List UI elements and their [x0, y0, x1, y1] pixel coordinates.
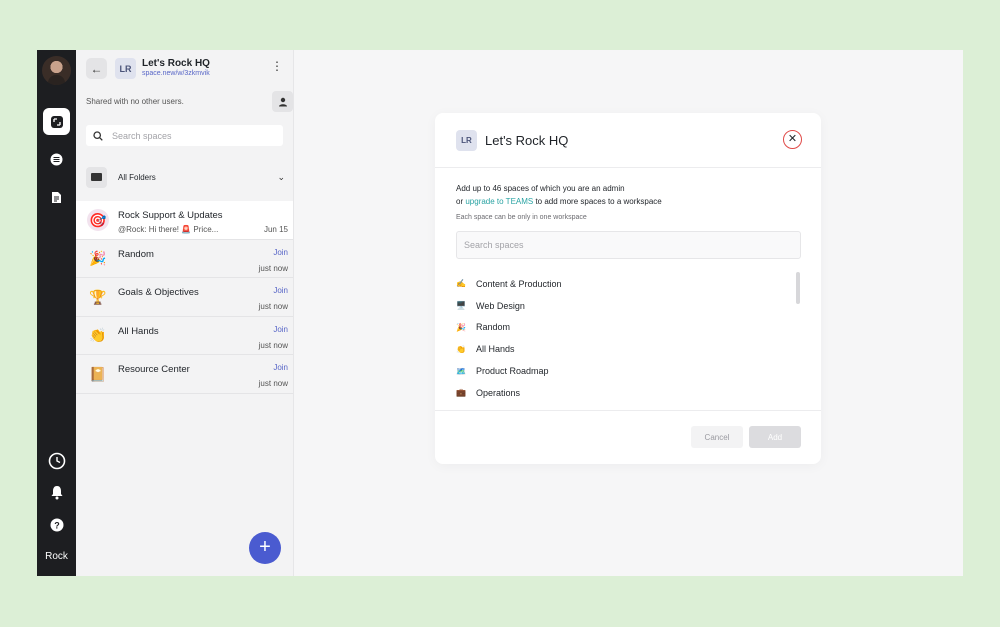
modal-info-line: Add up to 46 spaces of which you are an … [456, 184, 625, 193]
sidebar-header: ← LR Let's Rock HQ space.new/w/3zkmvik ⋮… [76, 50, 321, 130]
modal-list-scrollbar[interactable] [796, 272, 800, 304]
list-item-time: just now [258, 379, 288, 388]
upgrade-link[interactable]: upgrade to TEAMS [465, 197, 533, 206]
space-option-name: Content & Production [476, 278, 562, 289]
add-button[interactable]: Add [749, 426, 801, 448]
desktop-computer-icon: 🖥️ [456, 301, 466, 311]
info-prefix: or [456, 197, 466, 206]
folders-label: All Folders [118, 172, 156, 182]
folder-icon [86, 166, 107, 188]
join-link[interactable]: Join [273, 286, 288, 295]
members-button[interactable] [272, 91, 293, 112]
sidebar-search [86, 125, 283, 146]
cancel-button[interactable]: Cancel [691, 426, 743, 448]
chevron-down-icon: ⌄ [277, 172, 285, 182]
help-icon-glyph: ? [50, 518, 63, 531]
sidebar-search-input[interactable] [112, 130, 272, 141]
modal-info-line-2: or upgrade to TEAMS to add more spaces t… [456, 197, 662, 206]
space-option-name: Random [476, 322, 511, 333]
arrow-left-icon: ← [90, 61, 103, 76]
document-icon-glyph [52, 192, 61, 203]
folders-dropdown[interactable]: All Folders ⌄ [76, 160, 293, 194]
trophy-icon: 🏆 [89, 288, 107, 305]
modal-space-list: ✍️ Content & Production 🖥️ Web Design 🎉 … [456, 273, 796, 404]
space-option-name: All Hands [476, 344, 515, 355]
space-option[interactable]: 🗺️ Product Roadmap [456, 360, 796, 382]
list-item-time: just now [258, 340, 288, 350]
modal-title: Let's Rock HQ [485, 133, 569, 148]
join-link[interactable]: Join [273, 325, 288, 334]
add-spaces-modal: LR Let's Rock HQ ✕ Add up to 46 spaces o… [435, 113, 821, 464]
workspace-url[interactable]: space.new/w/3zkmvik [142, 70, 210, 77]
list-icon-glyph [50, 153, 63, 166]
list-item-title: Goals & Objectives [118, 287, 199, 298]
space-list: 🎯 Rock Support & Updates @Rock: Hi there… [76, 201, 293, 394]
list-item-title: Random [118, 248, 154, 260]
close-icon[interactable]: ✕ [783, 130, 802, 149]
info-suffix: to add more spaces to a workspace [533, 197, 662, 206]
history-icon[interactable] [43, 447, 70, 474]
avatar[interactable] [42, 56, 71, 85]
join-link[interactable]: Join [273, 248, 288, 257]
modal-note: Each space can be only in one workspace [456, 214, 587, 221]
list-item-title: Resource Center [118, 364, 190, 375]
bell-icon[interactable] [43, 479, 70, 506]
sidebar: ← LR Let's Rock HQ space.new/w/3zkmvik ⋮… [76, 50, 321, 576]
shared-status-text: Shared with no other users. [86, 97, 184, 106]
modal-workspace-badge: LR [456, 130, 477, 151]
svg-text:?: ? [54, 520, 60, 530]
search-icon [93, 130, 103, 141]
list-item-title: Rock Support & Updates [118, 210, 223, 221]
space-option[interactable]: 👏 All Hands [456, 338, 796, 360]
modal-divider [435, 167, 821, 168]
list-item[interactable]: 📔 Resource Center Join just now [76, 355, 293, 394]
person-icon [278, 97, 287, 106]
list-item[interactable]: 🎉 Random Join just now [76, 239, 293, 278]
app-window: ? Rock ← LR Let's Rock HQ space.new/w/3z… [37, 50, 963, 576]
space-option-name: Web Design [476, 300, 525, 311]
list-icon[interactable] [43, 146, 70, 173]
list-item-time: just now [258, 302, 288, 311]
document-icon[interactable] [43, 184, 70, 211]
space-option-name: Operations [476, 387, 521, 398]
list-item[interactable]: 🏆 Goals & Objectives Join just now [76, 278, 293, 317]
list-item-subtitle: @Rock: Hi there! 🚨 Price... [118, 225, 219, 234]
more-options-icon[interactable]: ⋮ [271, 60, 283, 72]
nav-rail: ? Rock [37, 50, 76, 576]
party-icon: 🎉 [456, 322, 466, 332]
space-option-name: Product Roadmap [476, 366, 549, 377]
space-avatar-icon: 🎯 [87, 209, 109, 231]
back-button[interactable]: ← [86, 58, 107, 79]
party-icon: 🎉 [89, 250, 107, 266]
list-item-time: Jun 15 [263, 225, 288, 234]
space-option[interactable]: 🖥️ Web Design [456, 295, 796, 317]
add-space-button[interactable]: + [249, 532, 281, 564]
history-icon-glyph [48, 452, 65, 469]
space-option[interactable]: 🎉 Random [456, 317, 796, 339]
space-icon[interactable] [43, 108, 70, 135]
clapping-hands-icon: 👏 [456, 344, 466, 354]
list-item-time: just now [258, 263, 288, 273]
space-icon-glyph [50, 115, 63, 128]
space-option[interactable]: ✍️ Content & Production [456, 273, 796, 295]
list-item[interactable]: 🎯 Rock Support & Updates @Rock: Hi there… [76, 201, 293, 240]
workspace-badge: LR [115, 58, 136, 79]
list-item-title: All Hands [118, 325, 159, 337]
modal-search [456, 231, 801, 259]
bell-icon-glyph [51, 486, 62, 500]
modal-search-input[interactable] [464, 240, 784, 250]
help-icon[interactable]: ? [43, 511, 70, 538]
map-icon: 🗺️ [456, 366, 466, 376]
clapping-hands-icon: 👏 [89, 327, 107, 343]
rail-brand-label: Rock [45, 551, 68, 562]
modal-footer-divider [435, 410, 821, 411]
join-link[interactable]: Join [273, 363, 288, 372]
briefcase-icon: 💼 [456, 388, 466, 398]
main-area: LR Let's Rock HQ ✕ Add up to 46 spaces o… [294, 50, 963, 576]
writing-hand-icon: ✍️ [456, 279, 466, 289]
workspace-name: Let's Rock HQ [142, 58, 210, 69]
list-item[interactable]: 👏 All Hands Join just now [76, 316, 293, 355]
notebook-icon: 📔 [89, 365, 107, 382]
space-option[interactable]: 💼 Operations [456, 382, 796, 404]
